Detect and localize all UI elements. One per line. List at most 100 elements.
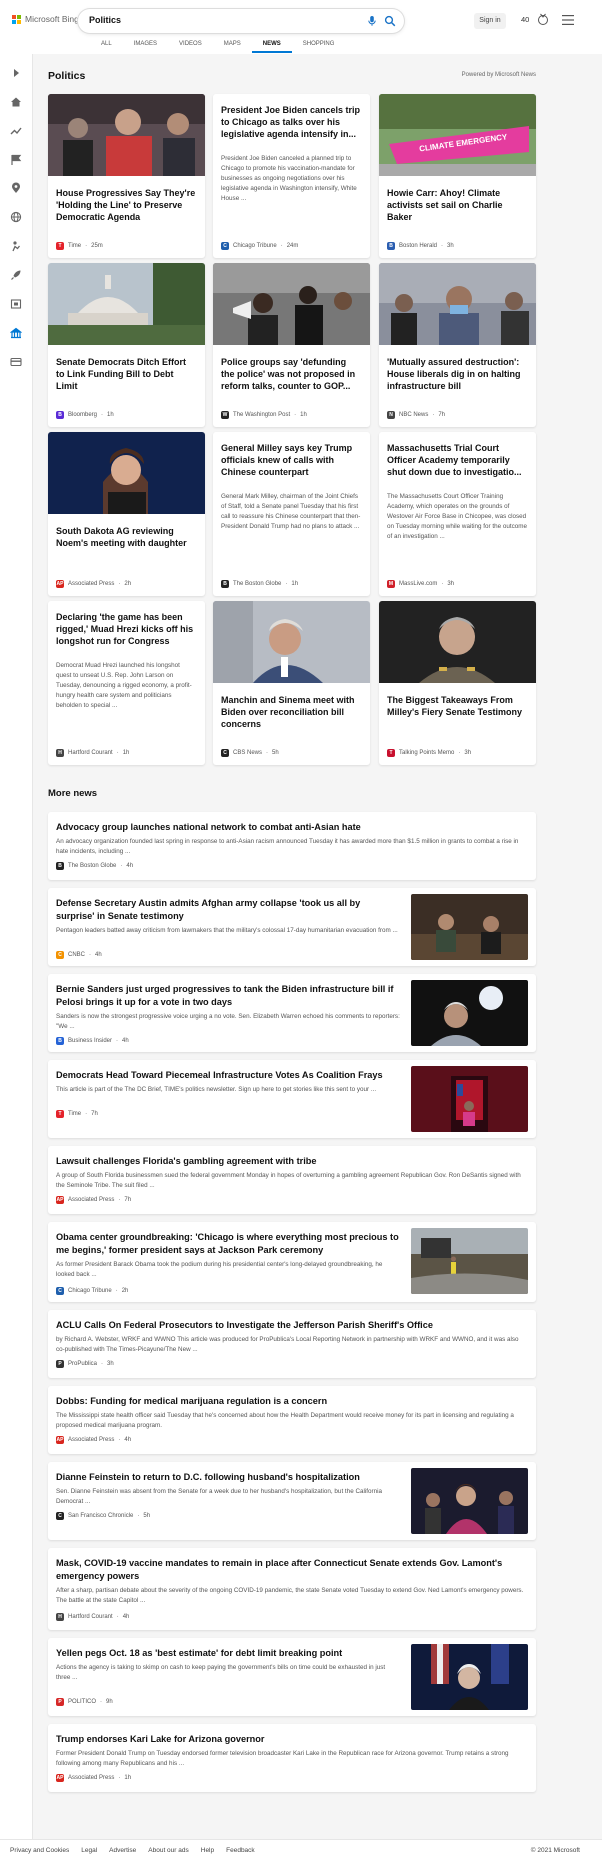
menu-icon[interactable]	[562, 15, 574, 25]
list-item[interactable]: Democrats Head Toward Piecemeal Infrastr…	[48, 1060, 536, 1138]
source-name: Associated Press	[68, 1775, 115, 1781]
tab-images[interactable]: IMAGES	[123, 41, 168, 53]
list-item[interactable]: Dianne Feinstein to return to D.C. follo…	[48, 1462, 536, 1540]
source-name: The Boston Globe	[68, 863, 117, 869]
separator: ·	[85, 243, 88, 249]
news-card[interactable]: The Biggest Takeaways From Milley's Fier…	[379, 601, 536, 765]
microphone-icon[interactable]	[366, 15, 378, 27]
publisher-logo-icon: M	[387, 580, 395, 588]
card-title[interactable]: Manchin and Sinema meet with Biden over …	[221, 694, 362, 730]
item-title[interactable]: Lawsuit challenges Florida's gambling ag…	[56, 1155, 526, 1168]
item-title[interactable]: Dianne Feinstein to return to D.C. follo…	[56, 1471, 401, 1484]
tab-news[interactable]: NEWS	[251, 41, 292, 53]
card-title[interactable]: Declaring 'the game has been rigged,' Mu…	[56, 611, 197, 647]
trending-icon[interactable]	[10, 125, 22, 137]
top-bar: Microsoft Bing Politics Sign in 40 ALL I…	[0, 0, 602, 54]
footer-link-legal[interactable]: Legal	[81, 1847, 97, 1854]
footer-link-privacy[interactable]: Privacy and Cookies	[10, 1847, 69, 1854]
tab-all[interactable]: ALL	[90, 41, 123, 53]
item-title[interactable]: Mask, COVID-19 vaccine mandates to remai…	[56, 1557, 526, 1583]
news-card[interactable]: President Joe Biden cancels trip to Chic…	[213, 94, 370, 258]
separator: ·	[120, 863, 123, 869]
tab-maps[interactable]: MAPS	[213, 41, 252, 53]
list-item[interactable]: Obama center groundbreaking: 'Chicago is…	[48, 1222, 536, 1302]
news-card[interactable]: Police groups say 'defunding the police'…	[213, 263, 370, 427]
news-card[interactable]: Manchin and Sinema meet with Biden over …	[213, 601, 370, 765]
science-rocket-icon[interactable]	[10, 269, 22, 281]
politics-capitol-icon[interactable]	[10, 327, 22, 339]
footer-link-about-ads[interactable]: About our ads	[148, 1847, 188, 1854]
item-snippet: by Richard A. Webster, WRKF and WWNO Thi…	[56, 1336, 519, 1353]
footer-link-feedback[interactable]: Feedback	[226, 1847, 255, 1854]
sign-in-button[interactable]: Sign in	[474, 13, 506, 29]
list-item[interactable]: Defense Secretary Austin admits Afghan a…	[48, 888, 536, 966]
card-title[interactable]: Howie Carr: Ahoy! Climate activists set …	[387, 187, 528, 223]
card-title[interactable]: General Milley says key Trump officials …	[221, 442, 362, 478]
rewards-medal-icon[interactable]	[536, 12, 550, 26]
rewards-points[interactable]: 40	[521, 15, 529, 24]
list-item[interactable]: Dobbs: Funding for medical marijuana reg…	[48, 1386, 536, 1454]
list-item[interactable]: Advocacy group launches national network…	[48, 812, 536, 880]
item-title[interactable]: Democrats Head Toward Piecemeal Infrastr…	[56, 1069, 401, 1082]
card-title[interactable]: Massachusetts Trial Court Officer Academ…	[387, 442, 528, 478]
card-title[interactable]: Senate Democrats Ditch Effort to Link Fu…	[56, 356, 197, 392]
news-card[interactable]: Declaring 'the game has been rigged,' Mu…	[48, 601, 205, 765]
location-icon[interactable]	[10, 182, 22, 194]
source-age: 24m	[286, 243, 299, 249]
news-card[interactable]: South Dakota AG reviewing Noem's meeting…	[48, 432, 205, 596]
item-title[interactable]: Yellen pegs Oct. 18 as 'best estimate' f…	[56, 1647, 401, 1660]
card-title[interactable]: Police groups say 'defunding the police'…	[221, 356, 362, 392]
flag-icon[interactable]	[10, 154, 22, 166]
footer-link-help[interactable]: Help	[201, 1847, 214, 1854]
source-name: Time	[68, 1111, 82, 1117]
card-source: B The Boston Globe · 1h	[221, 580, 298, 588]
card-source: W The Washington Post · 1h	[221, 411, 307, 419]
source-name: Chicago Tribune	[233, 243, 277, 249]
news-card[interactable]: Senate Democrats Ditch Effort to Link Fu…	[48, 263, 205, 427]
expand-icon[interactable]	[10, 67, 22, 79]
item-title[interactable]: Trump endorses Kari Lake for Arizona gov…	[56, 1733, 526, 1746]
footer-link-advertise[interactable]: Advertise	[109, 1847, 136, 1854]
news-card[interactable]: CLIMATE EMERGENCY Howie Carr: Ahoy! Clim…	[379, 94, 536, 258]
publisher-logo-icon: C	[221, 749, 229, 757]
item-title[interactable]: Advocacy group launches national network…	[56, 821, 526, 834]
list-item[interactable]: Lawsuit challenges Florida's gambling ag…	[48, 1146, 536, 1214]
home-icon[interactable]	[10, 96, 22, 108]
news-card[interactable]: Massachusetts Trial Court Officer Academ…	[379, 432, 536, 596]
entertainment-film-icon[interactable]	[10, 298, 22, 310]
item-title[interactable]: Bernie Sanders just urged progressives t…	[56, 983, 401, 1009]
globe-icon[interactable]	[10, 211, 22, 223]
separator: ·	[116, 1038, 119, 1044]
card-title[interactable]: The Biggest Takeaways From Milley's Fier…	[387, 694, 528, 718]
source-age: 4h	[124, 1437, 132, 1443]
source-name: Associated Press	[68, 1197, 115, 1203]
separator: ·	[266, 750, 269, 756]
news-card[interactable]: 'Mutually assured destruction': House li…	[379, 263, 536, 427]
powered-by-label[interactable]: Powered by Microsoft News	[462, 72, 536, 78]
card-title[interactable]: House Progressives Say They're 'Holding …	[56, 187, 197, 223]
search-icon[interactable]	[384, 15, 396, 27]
list-item[interactable]: Bernie Sanders just urged progressives t…	[48, 974, 536, 1052]
list-item[interactable]: Trump endorses Kari Lake for Arizona gov…	[48, 1724, 536, 1792]
search-box[interactable]: Politics	[78, 9, 404, 33]
tab-videos[interactable]: VIDEOS	[168, 41, 213, 53]
card-title[interactable]: 'Mutually assured destruction': House li…	[387, 356, 528, 392]
sports-icon[interactable]	[10, 240, 22, 252]
list-item[interactable]: Yellen pegs Oct. 18 as 'best estimate' f…	[48, 1638, 536, 1716]
list-item[interactable]: ACLU Calls On Federal Prosecutors to Inv…	[48, 1310, 536, 1378]
item-title[interactable]: Dobbs: Funding for medical marijuana reg…	[56, 1395, 526, 1408]
search-input[interactable]: Politics	[89, 15, 121, 25]
item-title[interactable]: Obama center groundbreaking: 'Chicago is…	[56, 1231, 401, 1257]
card-title[interactable]: South Dakota AG reviewing Noem's meeting…	[56, 525, 197, 549]
money-card-icon[interactable]	[10, 356, 22, 368]
bing-logo[interactable]: Microsoft Bing	[12, 14, 79, 24]
card-title[interactable]: President Joe Biden cancels trip to Chic…	[221, 104, 362, 140]
publisher-logo-icon: P	[56, 1698, 64, 1706]
item-title[interactable]: ACLU Calls On Federal Prosecutors to Inv…	[56, 1319, 526, 1332]
item-thumbnail	[411, 1066, 528, 1132]
news-card[interactable]: House Progressives Say They're 'Holding …	[48, 94, 205, 258]
news-card[interactable]: General Milley says key Trump officials …	[213, 432, 370, 596]
tab-shopping[interactable]: SHOPPING	[292, 41, 346, 53]
item-title[interactable]: Defense Secretary Austin admits Afghan a…	[56, 897, 401, 923]
list-item[interactable]: Mask, COVID-19 vaccine mandates to remai…	[48, 1548, 536, 1630]
